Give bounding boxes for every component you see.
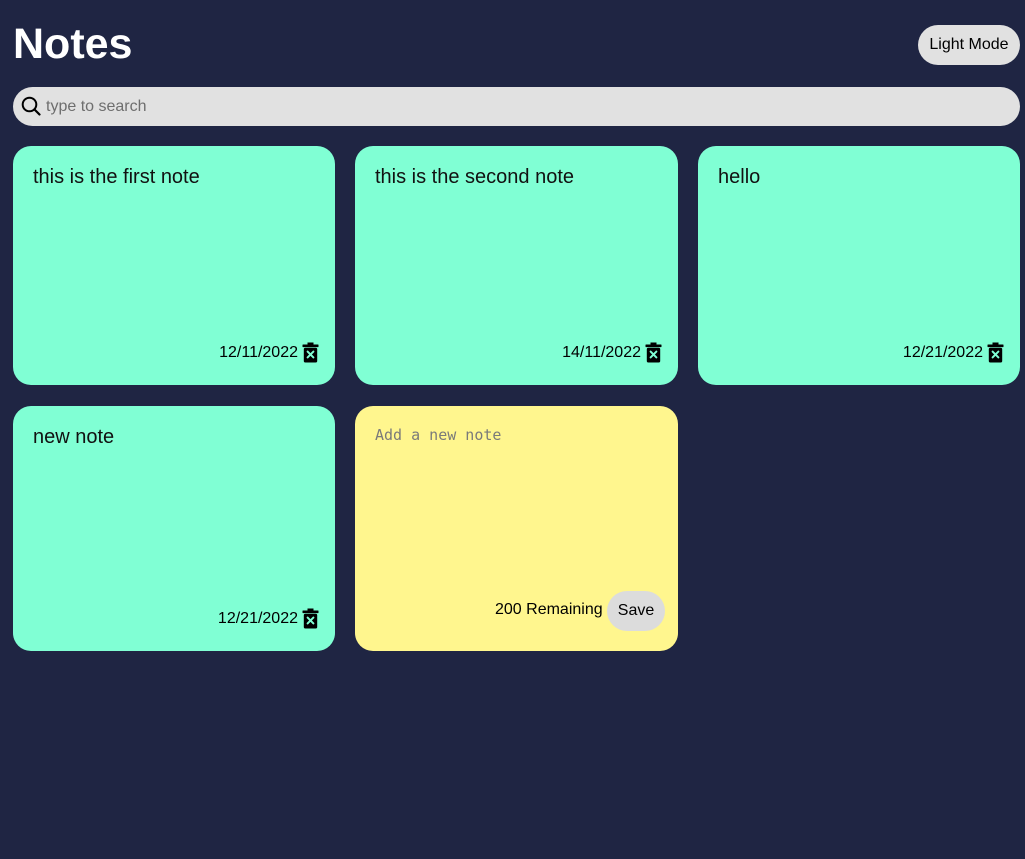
new-note-card: 200 Remaining Save — [355, 406, 678, 651]
note-text: hello — [718, 166, 761, 188]
delete-icon[interactable] — [987, 342, 1004, 363]
note-footer: 12/11/2022 — [219, 342, 319, 363]
delete-icon[interactable] — [302, 342, 319, 363]
note-date: 14/11/2022 — [562, 343, 641, 361]
search-input[interactable] — [46, 87, 1006, 126]
note-card: this is the second note 14/11/2022 — [355, 146, 678, 385]
note-footer: 12/21/2022 — [218, 608, 319, 629]
note-card: hello 12/21/2022 — [698, 146, 1020, 385]
delete-icon[interactable] — [645, 342, 662, 363]
note-card: new note 12/21/2022 — [13, 406, 335, 651]
note-footer: 14/11/2022 — [562, 342, 662, 363]
search-icon — [21, 96, 41, 116]
save-button[interactable]: Save — [607, 591, 665, 631]
note-text: this is the first note — [33, 166, 200, 188]
note-date: 12/21/2022 — [902, 343, 983, 361]
note-date: 12/21/2022 — [217, 609, 298, 627]
search-bar — [13, 87, 1020, 126]
delete-icon[interactable] — [302, 608, 319, 629]
note-date: 12/11/2022 — [219, 343, 298, 361]
note-text: new note — [33, 426, 115, 448]
note-text: this is the second note — [375, 166, 575, 188]
page-title: Notes — [13, 20, 133, 68]
new-note-textarea[interactable] — [375, 426, 660, 576]
characters-remaining: 200 Remaining — [495, 601, 603, 618]
note-card: this is the first note 12/11/2022 — [13, 146, 335, 385]
note-footer: 12/21/2022 — [903, 342, 1004, 363]
light-mode-toggle-button[interactable]: Light Mode — [918, 25, 1020, 65]
